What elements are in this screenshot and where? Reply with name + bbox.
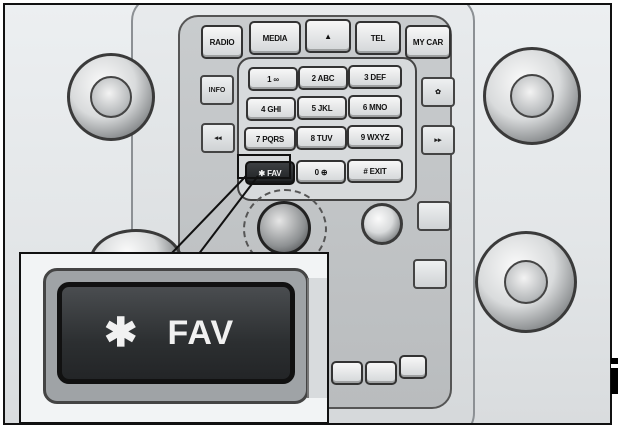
fav-label: FAV [167,313,235,352]
zoomed-inset: ✱ FAV [19,252,329,424]
fav-button-enlarged[interactable]: ✱ FAV [57,282,295,384]
star-icon: ✱ [104,311,138,355]
inset-side-panel [307,278,327,398]
edge-marker-notch [611,364,618,368]
